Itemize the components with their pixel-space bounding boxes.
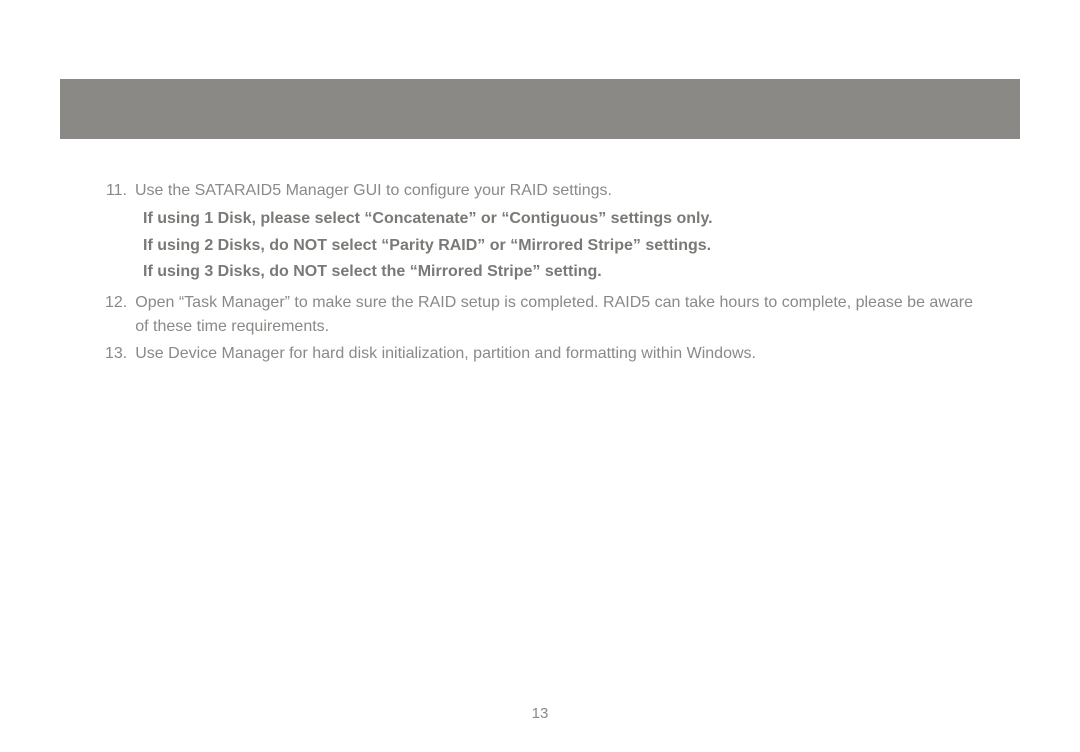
content-area: 11. Use the SATARAID5 Manager GUI to con… (60, 179, 1020, 365)
page-container: 11. Use the SATARAID5 Manager GUI to con… (0, 0, 1080, 752)
list-number-12: 12. (105, 291, 135, 337)
list-text-12: Open “Task Manager” to make sure the RAI… (135, 291, 975, 337)
list-text-13: Use Device Manager for hard disk initial… (135, 342, 975, 365)
header-bar (60, 79, 1020, 139)
page-number: 13 (532, 705, 549, 722)
list-number-11: 11. (105, 179, 135, 202)
list-item: 11. Use the SATARAID5 Manager GUI to con… (105, 179, 975, 202)
bold-note-1disk: If using 1 Disk, please select “Concaten… (143, 206, 975, 232)
bold-note-2disks: If using 2 Disks, do NOT select “Parity … (143, 233, 975, 259)
list-number-13: 13. (105, 342, 135, 365)
list-item: 12. Open “Task Manager” to make sure the… (105, 291, 975, 337)
bold-note-3disks: If using 3 Disks, do NOT select the “Mir… (143, 259, 975, 285)
list-text-11: Use the SATARAID5 Manager GUI to configu… (135, 179, 975, 202)
list-item: 13. Use Device Manager for hard disk ini… (105, 342, 975, 365)
list-item-11-block: 11. Use the SATARAID5 Manager GUI to con… (105, 179, 975, 285)
